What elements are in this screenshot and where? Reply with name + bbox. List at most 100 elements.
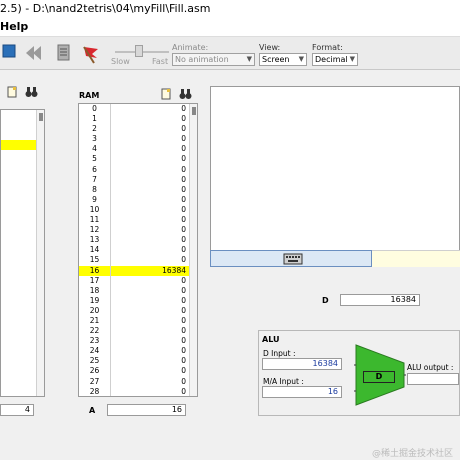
rom-row[interactable] xyxy=(1,261,36,271)
stop-button[interactable] xyxy=(2,43,24,65)
binoculars-icon[interactable] xyxy=(25,86,38,98)
rom-row[interactable] xyxy=(1,191,36,201)
ram-value[interactable]: 0 xyxy=(111,346,189,356)
rom-row[interactable] xyxy=(1,130,36,140)
a-register-value[interactable]: 16 xyxy=(107,404,186,416)
ram-row[interactable]: 60 xyxy=(79,164,189,175)
ram-value[interactable]: 0 xyxy=(111,195,189,205)
ram-value[interactable]: 0 xyxy=(111,154,189,164)
ram-value[interactable]: 0 xyxy=(111,114,189,124)
format-select[interactable]: Decimal ▼ xyxy=(312,53,358,66)
ram-value[interactable]: 0 xyxy=(111,255,189,265)
ram-row[interactable]: 13 0 xyxy=(79,235,189,246)
animate-select[interactable]: No animation ▼ xyxy=(172,53,255,66)
ram-row[interactable]: 90 xyxy=(79,194,189,205)
rom-row[interactable] xyxy=(1,383,36,393)
ram-value[interactable]: 0 xyxy=(111,316,189,326)
ram-value[interactable]: 0 xyxy=(111,276,189,286)
ram-value[interactable]: 0 xyxy=(111,306,189,316)
breakpoint-button[interactable] xyxy=(80,43,102,65)
ram-value[interactable]: 0 xyxy=(111,366,189,376)
ram-row[interactable]: 28 0 xyxy=(79,386,189,396)
ram-row[interactable]: 10 0 xyxy=(79,204,189,216)
rom-row[interactable] xyxy=(1,171,36,181)
rom-row[interactable] xyxy=(1,272,36,282)
rom-row[interactable] xyxy=(1,231,36,241)
ram-row[interactable]: 15 0 xyxy=(79,255,189,266)
rom-row[interactable] xyxy=(1,140,36,151)
ram-value[interactable]: 0 xyxy=(111,175,189,185)
ram-value[interactable]: 0 xyxy=(111,144,189,154)
ram-row[interactable]: 23 0 xyxy=(79,336,189,347)
rom-row[interactable] xyxy=(1,241,36,251)
ram-value[interactable]: 0 xyxy=(111,326,189,336)
rom-row[interactable] xyxy=(1,282,36,292)
rom-row[interactable] xyxy=(1,150,36,160)
rom-row[interactable] xyxy=(1,251,36,261)
ram-value[interactable]: 0 xyxy=(111,245,189,255)
rom-row[interactable] xyxy=(1,110,36,120)
ram-value[interactable]: 0 xyxy=(111,377,189,387)
ram-row[interactable]: 25 0 xyxy=(79,356,189,367)
ram-row[interactable]: 00 xyxy=(79,104,189,115)
rom-row[interactable] xyxy=(1,201,36,211)
ram-row[interactable]: 22 0 xyxy=(79,326,189,337)
menu-help[interactable]: Help xyxy=(0,20,28,33)
ram-row[interactable]: 17 0 xyxy=(79,275,189,286)
ram-row[interactable]: 11 0 xyxy=(79,215,189,226)
rom-row[interactable] xyxy=(1,120,36,130)
ram-row[interactable]: 50 xyxy=(79,154,189,165)
view-select[interactable]: Screen ▼ xyxy=(259,53,307,66)
script-button[interactable] xyxy=(55,43,77,65)
ram-value[interactable]: 0 xyxy=(111,336,189,346)
ram-row[interactable]: 21 0 xyxy=(79,315,189,327)
ram-value[interactable]: 0 xyxy=(111,356,189,366)
ram-value[interactable]: 0 xyxy=(111,215,189,225)
ram-value[interactable]: 0 xyxy=(111,387,189,396)
ram-row[interactable]: 30 xyxy=(79,134,189,145)
rom-row[interactable] xyxy=(1,160,36,170)
rom-row[interactable] xyxy=(1,332,36,342)
ram-row[interactable]: 12 0 xyxy=(79,225,189,236)
ram-value[interactable]: 0 xyxy=(111,225,189,235)
rom-row[interactable] xyxy=(1,211,36,221)
load-file-icon[interactable] xyxy=(161,88,172,100)
rom-row[interactable] xyxy=(1,292,36,302)
ram-value[interactable]: 0 xyxy=(111,124,189,134)
ram-row[interactable]: 20 0 xyxy=(79,305,189,316)
ram-value[interactable]: 0 xyxy=(111,296,189,306)
rom-row[interactable] xyxy=(1,312,36,322)
ram-row[interactable]: 24 0 xyxy=(79,346,189,357)
ram-value[interactable]: 0 xyxy=(111,165,189,175)
ram-row[interactable]: 10 xyxy=(79,114,189,125)
reset-button[interactable] xyxy=(24,43,46,65)
rom-row[interactable] xyxy=(1,372,36,382)
ram-row[interactable]: 27 0 xyxy=(79,376,189,387)
rom-row[interactable] xyxy=(1,181,36,191)
ram-row[interactable]: 70 xyxy=(79,174,189,185)
ram-value[interactable]: 0 xyxy=(111,134,189,144)
ram-row[interactable]: 80 xyxy=(79,184,189,195)
ram-row[interactable]: 19 0 xyxy=(79,295,189,306)
ram-row[interactable]: 26 0 xyxy=(79,366,189,377)
ram-row[interactable]: 18 0 xyxy=(79,285,189,296)
ram-row[interactable]: 20 xyxy=(79,124,189,135)
ram-row[interactable]: 14 0 xyxy=(79,245,189,256)
ram-row[interactable]: 16 16384 xyxy=(79,265,189,276)
rom-row[interactable] xyxy=(1,362,36,372)
ram-row[interactable]: 40 xyxy=(79,144,189,155)
ram-value[interactable]: 16384 xyxy=(111,266,189,276)
rom-row[interactable] xyxy=(1,393,36,396)
rom-scrollbar[interactable] xyxy=(36,110,44,396)
rom-row[interactable] xyxy=(1,322,36,332)
keyboard-button[interactable] xyxy=(210,250,372,267)
ram-scrollbar[interactable] xyxy=(189,104,197,396)
rom-row[interactable] xyxy=(1,221,36,231)
ram-value[interactable]: 0 xyxy=(111,104,189,114)
ram-value[interactable]: 0 xyxy=(111,235,189,245)
ram-value[interactable]: 0 xyxy=(111,286,189,296)
rom-row[interactable] xyxy=(1,352,36,362)
ram-value[interactable]: 0 xyxy=(111,205,189,215)
slider-thumb[interactable] xyxy=(135,45,143,57)
rom-table[interactable] xyxy=(0,109,45,397)
